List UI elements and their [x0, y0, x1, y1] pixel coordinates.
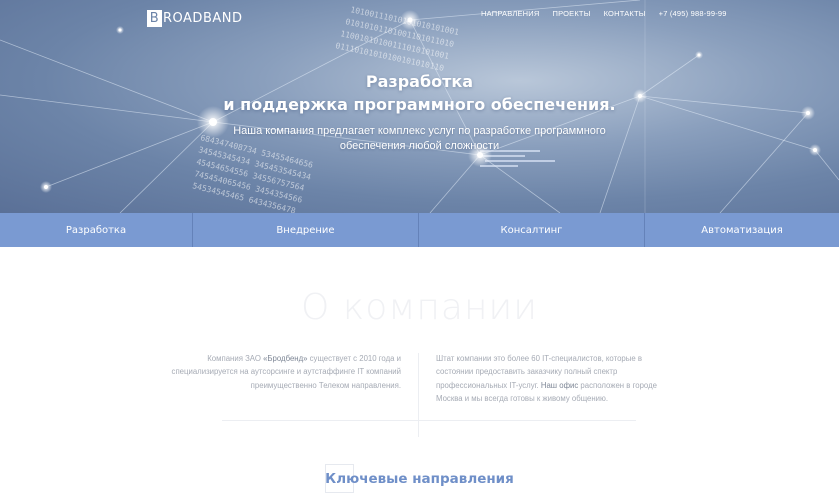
hero-banner: 10100111010101010101001 0101010110100110…: [0, 0, 839, 213]
hero-title: Разработка и поддержка программного обес…: [0, 70, 839, 116]
phone-link[interactable]: +7 (495) 988-99-99: [659, 9, 727, 18]
broadband-logo[interactable]: B ROADBAND: [147, 10, 243, 27]
company-name: «Бродбенд»: [263, 354, 308, 363]
services-tab-bar: Разработка Внедрение Консалтинг Автомати…: [0, 213, 839, 247]
main-navigation: НАПРАВЛЕНИЯ ПРОЕКТЫ КОНТАКТЫ +7 (495) 98…: [481, 9, 727, 18]
tab-development[interactable]: Разработка: [0, 213, 193, 247]
hero-title-line-2: и поддержка программного обеспечения.: [223, 95, 616, 114]
tab-automation[interactable]: Автоматизация: [645, 213, 839, 247]
hero-subtitle-line-2: обеспечения любой сложности: [339, 140, 500, 152]
key-directions-title: Ключевые направления: [325, 471, 514, 487]
about-left-text-1: Компания ЗАО: [207, 354, 264, 363]
hero-title-line-1: Разработка: [365, 72, 474, 91]
key-directions-section: Ключевые направления: [0, 464, 839, 500]
tab-implementation[interactable]: Внедрение: [193, 213, 419, 247]
hero-subtitle-line-1: Наша компания предлагает комплекс услуг …: [233, 125, 606, 137]
divider-horizontal: [222, 420, 636, 421]
about-title: О компании: [301, 287, 538, 328]
nav-link-contacts[interactable]: КОНТАКТЫ: [604, 9, 646, 18]
tab-consulting[interactable]: Консалтинг: [419, 213, 645, 247]
about-text-right: Штат компании это более 60 IT-специалист…: [436, 352, 676, 406]
office-highlight: Наш офис: [540, 380, 579, 390]
nav-link-projects[interactable]: ПРОЕКТЫ: [553, 9, 591, 18]
divider-vertical: [418, 353, 419, 437]
nav-link-directions[interactable]: НАПРАВЛЕНИЯ: [481, 9, 540, 18]
logo-text: ROADBAND: [163, 11, 243, 26]
about-text-left: Компания ЗАО «Бродбенд» существует с 201…: [150, 352, 401, 392]
logo-mark: B: [147, 10, 162, 27]
hero-subtitle: Наша компания предлагает комплекс услуг …: [0, 124, 839, 154]
